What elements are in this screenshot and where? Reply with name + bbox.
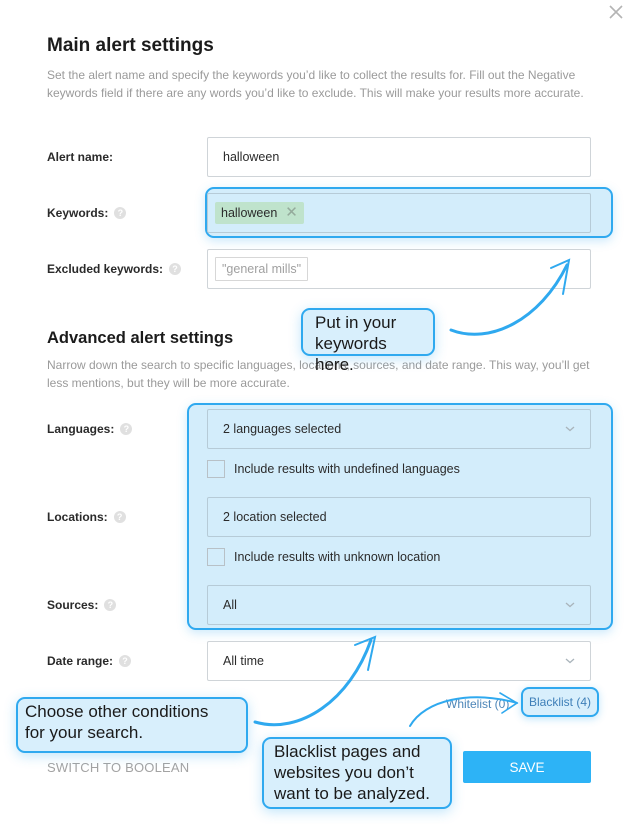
close-icon	[609, 5, 623, 19]
callout-text: Blacklist pages and	[274, 742, 421, 761]
help-icon[interactable]: ?	[113, 511, 126, 523]
callout-text: websites you don’t	[274, 763, 414, 782]
blacklist-callout: Blacklist pages and websites you don’t w…	[262, 737, 452, 809]
excluded-keywords-input[interactable]: "general mills"	[207, 249, 591, 289]
excluded-keywords-label-text: Excluded keywords:	[47, 262, 164, 276]
alert-name-label: Alert name:	[47, 150, 113, 164]
callout-text: keywords here.	[315, 334, 387, 374]
keyword-tag-text: halloween	[221, 206, 278, 220]
whitelist-link[interactable]: Whitelist (0)	[446, 697, 509, 711]
undefined-languages-option[interactable]: Include results with undefined languages	[207, 460, 460, 478]
help-icon[interactable]: ?	[114, 207, 127, 219]
date-range-label-text: Date range:	[47, 654, 114, 668]
keyword-tag: halloween ✕	[215, 202, 304, 224]
conditions-callout: Choose other conditions for your search.	[16, 697, 248, 753]
alert-name-value: halloween	[223, 150, 280, 164]
unknown-location-label: Include results with unknown location	[234, 550, 441, 564]
callout-text: Choose other conditions	[25, 702, 209, 721]
callout-text: for your search.	[25, 723, 144, 742]
locations-value: 2 location selected	[223, 510, 327, 524]
languages-select[interactable]: 2 languages selected	[207, 409, 591, 449]
sources-label: Sources: ?	[47, 598, 117, 612]
chevron-down-icon	[565, 658, 575, 664]
help-icon[interactable]: ?	[104, 599, 117, 611]
blacklist-link[interactable]: Blacklist (4)	[521, 687, 599, 717]
alert-name-input[interactable]: halloween	[207, 137, 591, 177]
remove-tag-icon[interactable]: ✕	[285, 205, 298, 220]
keywords-input[interactable]: halloween ✕	[207, 193, 591, 233]
chevron-down-icon	[565, 426, 575, 432]
sources-select[interactable]: All	[207, 585, 591, 625]
undefined-languages-checkbox[interactable]	[207, 460, 225, 478]
close-button[interactable]	[607, 3, 625, 21]
languages-value: 2 languages selected	[223, 422, 342, 436]
unknown-location-option[interactable]: Include results with unknown location	[207, 548, 440, 566]
locations-label: Locations: ?	[47, 510, 126, 524]
unknown-location-checkbox[interactable]	[207, 548, 225, 566]
chevron-down-icon	[565, 602, 575, 608]
main-settings-title: Main alert settings	[47, 35, 214, 56]
excluded-placeholder-chip: "general mills"	[215, 257, 309, 281]
keywords-callout: Put in your keywords here.	[301, 308, 435, 374]
callout-text: Put in your	[315, 313, 397, 332]
sources-value: All	[223, 598, 237, 612]
date-range-value: All time	[223, 654, 264, 668]
help-icon[interactable]: ?	[120, 423, 133, 435]
keywords-label: Keywords: ?	[47, 206, 127, 220]
languages-label-text: Languages:	[47, 422, 115, 436]
locations-input[interactable]: 2 location selected	[207, 497, 591, 537]
excluded-keywords-label: Excluded keywords: ?	[47, 262, 182, 276]
locations-label-text: Locations:	[47, 510, 108, 524]
blacklist-link-text: Blacklist (4)	[528, 695, 591, 709]
save-button[interactable]: SAVE	[463, 751, 591, 783]
callout-text: want to be analyzed.	[274, 784, 430, 803]
undefined-languages-label: Include results with undefined languages	[234, 462, 460, 476]
main-settings-description: Set the alert name and specify the keywo…	[47, 68, 584, 100]
sources-label-text: Sources:	[47, 598, 99, 612]
date-range-label: Date range: ?	[47, 654, 132, 668]
date-range-select[interactable]: All time	[207, 641, 591, 681]
advanced-settings-title: Advanced alert settings	[47, 329, 234, 347]
switch-to-boolean-link[interactable]: SWITCH TO BOOLEAN	[47, 760, 189, 775]
languages-label: Languages: ?	[47, 422, 133, 436]
keywords-label-text: Keywords:	[47, 206, 109, 220]
help-icon[interactable]: ?	[169, 263, 182, 275]
alert-name-label-text: Alert name:	[47, 150, 114, 164]
help-icon[interactable]: ?	[119, 655, 132, 667]
